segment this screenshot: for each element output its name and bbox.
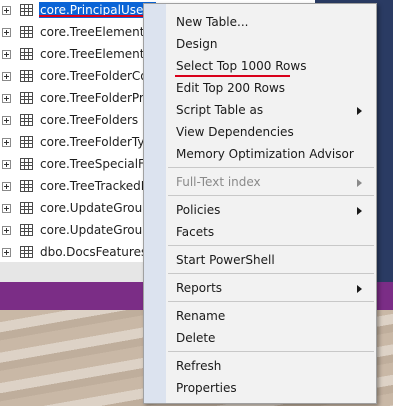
tree-node-label: core.TreeTrackedDe (40, 179, 158, 193)
table-icon (20, 246, 33, 258)
expand-icon[interactable] (2, 94, 11, 103)
expand-icon[interactable] (2, 138, 11, 147)
menu-item-label: Start PowerShell (176, 253, 275, 267)
menu-item-label: Delete (176, 331, 216, 345)
table-icon (20, 158, 33, 170)
expand-icon[interactable] (2, 160, 11, 169)
tree-node-label: core.TreeSpecialFol (40, 157, 156, 171)
menu-item-design[interactable]: Design (144, 33, 376, 55)
menu-item-properties[interactable]: Properties (144, 377, 376, 399)
expand-icon[interactable] (2, 226, 11, 235)
menu-item-label: Full-Text index (176, 175, 261, 189)
annotation-underline (39, 15, 143, 17)
submenu-arrow-icon (357, 179, 362, 187)
expand-icon[interactable] (2, 248, 11, 257)
tree-node-label: core.TreeFolderTyp (40, 135, 153, 149)
menu-item-script-table-as[interactable]: Script Table as (144, 99, 376, 121)
menu-item-label: View Dependencies (176, 125, 294, 139)
tree-node-label: core.TreeFolders (40, 113, 139, 127)
expand-icon[interactable] (2, 204, 11, 213)
menu-item-label: Rename (176, 309, 226, 323)
menu-item-memory-optimization-advisor[interactable]: Memory Optimization Advisor (144, 143, 376, 165)
expand-icon[interactable] (2, 182, 11, 191)
menu-item-label: Edit Top 200 Rows (176, 81, 286, 95)
menu-item-new-table[interactable]: New Table... (144, 11, 376, 33)
menu-item-label: New Table... (176, 15, 249, 29)
menu-item-refresh[interactable]: Refresh (144, 355, 376, 377)
menu-separator (168, 245, 374, 246)
expand-icon[interactable] (2, 28, 11, 37)
tree-node-label: core.TreeFolderPrin (40, 91, 155, 105)
tree-node-label: core.UpdateGroupL (40, 201, 157, 215)
table-icon (20, 136, 33, 148)
menu-item-facets[interactable]: Facets (144, 221, 376, 243)
submenu-arrow-icon (357, 207, 362, 215)
tree-node-label: core.TreeElementVe (40, 47, 160, 61)
submenu-arrow-icon (357, 285, 362, 293)
expand-icon[interactable] (2, 50, 11, 59)
table-icon (20, 180, 33, 192)
menu-item-label: Reports (176, 281, 223, 295)
menu-separator (168, 301, 374, 302)
tree-node-label: core.UpdateGroups (40, 223, 157, 237)
menu-item-select-top-1000-rows[interactable]: Select Top 1000 Rows (144, 55, 376, 77)
menu-item-reports[interactable]: Reports (144, 277, 376, 299)
table-icon (20, 48, 33, 60)
menu-item-label: Properties (176, 381, 237, 395)
context-menu: New Table... Design Select Top 1000 Rows… (143, 3, 377, 404)
table-icon (20, 26, 33, 38)
menu-separator (168, 351, 374, 352)
table-icon (20, 92, 33, 104)
menu-item-label: Select Top 1000 Rows (176, 59, 307, 73)
menu-item-full-text-index: Full-Text index (144, 171, 376, 193)
menu-item-label: Facets (176, 225, 215, 239)
tree-node-label: core.TreeFolderCon (40, 69, 156, 83)
menu-item-rename[interactable]: Rename (144, 305, 376, 327)
table-icon (20, 202, 33, 214)
menu-item-policies[interactable]: Policies (144, 199, 376, 221)
menu-item-edit-top-200-rows[interactable]: Edit Top 200 Rows (144, 77, 376, 99)
menu-item-label: Policies (176, 203, 221, 217)
menu-separator (168, 195, 374, 196)
menu-item-view-dependencies[interactable]: View Dependencies (144, 121, 376, 143)
table-icon (20, 70, 33, 82)
expand-icon[interactable] (2, 116, 11, 125)
menu-item-label: Memory Optimization Advisor (176, 147, 354, 161)
expand-icon[interactable] (2, 72, 11, 81)
menu-item-label: Script Table as (176, 103, 264, 117)
menu-item-label: Refresh (176, 359, 222, 373)
menu-item-label: Design (176, 37, 218, 51)
table-icon (20, 224, 33, 236)
submenu-arrow-icon (357, 107, 362, 115)
menu-separator (168, 167, 374, 168)
menu-separator (168, 273, 374, 274)
table-icon (20, 114, 33, 126)
table-icon (20, 4, 33, 16)
expand-icon[interactable] (2, 6, 11, 15)
tree-node-label: dbo.DocsFeatures (40, 245, 148, 259)
menu-item-delete[interactable]: Delete (144, 327, 376, 349)
screen: core.PrincipalUsers core.TreeElements co… (0, 0, 393, 406)
menu-item-start-powershell[interactable]: Start PowerShell (144, 249, 376, 271)
tree-node-label: core.TreeElements (40, 25, 151, 39)
